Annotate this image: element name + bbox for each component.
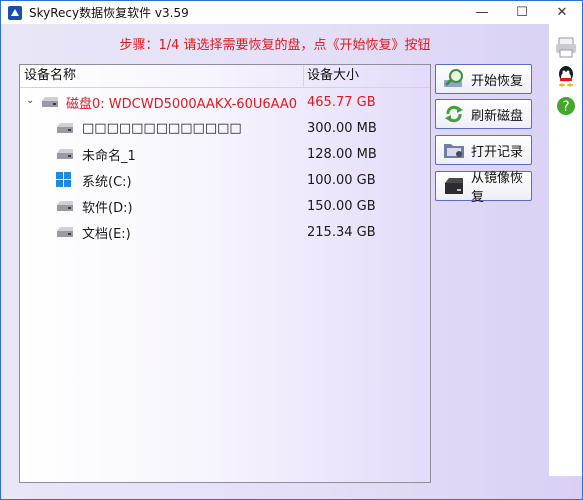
open-record-label: 打开记录	[471, 144, 524, 160]
start-recovery-label: 开始恢复	[471, 73, 524, 89]
header-divider	[20, 87, 430, 88]
folder-icon	[444, 144, 464, 158]
table-row-partition[interactable]: 软件(D:) 150.00 GB	[20, 193, 430, 219]
table-row-partition[interactable]: □□□□□□□□□□□□□ 300.00 MB	[20, 115, 430, 141]
hdd-icon	[57, 123, 73, 133]
windows-icon	[56, 172, 71, 187]
restore-from-image-button[interactable]: 从镜像恢复	[435, 171, 532, 205]
app-window: SkyRecy数据恢复软件 v3.59 — ☐ ✕ 步骤：1/4 请选择需要恢复…	[0, 0, 583, 500]
refresh-disk-button[interactable]: 刷新磁盘	[435, 99, 532, 129]
chevron-down-icon[interactable]: ⌄	[26, 95, 34, 106]
device-name: 软件(D:)	[82, 200, 133, 216]
device-name: □□□□□□□□□□□□□	[82, 120, 242, 136]
device-size: 465.77 GB	[307, 94, 376, 110]
app-logo-icon	[8, 5, 22, 20]
column-header-size[interactable]: 设备大小	[307, 65, 359, 87]
client-area: 步骤：1/4 请选择需要恢复的盘，点《开始恢复》按钮 设备名称 设备大小 ⌄ 磁…	[1, 24, 582, 499]
device-size: 300.00 MB	[307, 120, 377, 136]
restore-from-image-label: 从镜像恢复	[471, 171, 524, 205]
help-icon[interactable]: ?	[555, 95, 577, 117]
table-row-partition[interactable]: 文档(E:) 215.34 GB	[20, 219, 430, 245]
table-row-disk0[interactable]: ⌄ 磁盘0: WDCWD5000AAKX-60U6AA0 465.77 GB	[20, 89, 430, 115]
refresh-disk-label: 刷新磁盘	[471, 108, 524, 124]
svg-text:?: ?	[562, 99, 569, 115]
title-bar[interactable]: SkyRecy数据恢复软件 v3.59 — ☐ ✕	[1, 1, 582, 24]
side-toolbar	[549, 24, 582, 476]
table-row-partition[interactable]: 未命名_1 128.00 MB	[20, 141, 430, 167]
table-row-partition[interactable]: 系统(C:) 100.00 GB	[20, 167, 430, 193]
close-button[interactable]: ✕	[542, 1, 582, 24]
hdd-icon	[57, 149, 73, 159]
device-name: 未命名_1	[82, 148, 136, 164]
maximize-button[interactable]: ☐	[502, 1, 542, 24]
device-list[interactable]: 设备名称 设备大小 ⌄ 磁盘0: WDCWD5000AAKX-60U6AA0 4…	[19, 64, 431, 483]
device-size: 128.00 MB	[307, 146, 377, 162]
device-size: 215.34 GB	[307, 224, 376, 240]
hdd-icon	[57, 227, 73, 237]
column-header-name[interactable]: 设备名称	[24, 65, 76, 87]
device-size: 100.00 GB	[307, 172, 376, 188]
device-name: 磁盘0: WDCWD5000AAKX-60U6AA0	[66, 96, 298, 112]
column-separator[interactable]	[303, 65, 304, 87]
open-record-button[interactable]: 打开记录	[435, 135, 532, 165]
device-size: 150.00 GB	[307, 198, 376, 214]
minimize-button[interactable]: —	[462, 1, 502, 24]
hdd-icon	[42, 97, 58, 107]
print-icon[interactable]	[555, 36, 577, 58]
disk-image-icon	[445, 178, 463, 194]
qq-icon[interactable]	[555, 65, 577, 87]
magnifier-icon	[444, 69, 463, 87]
hdd-icon	[57, 201, 73, 211]
refresh-icon	[445, 105, 463, 123]
start-recovery-button[interactable]: 开始恢复	[435, 64, 532, 94]
device-name: 系统(C:)	[82, 174, 132, 190]
window-title: SkyRecy数据恢复软件 v3.59	[29, 6, 189, 20]
device-name: 文档(E:)	[82, 226, 131, 242]
step-prompt: 步骤：1/4 请选择需要恢复的盘，点《开始恢复》按钮	[119, 38, 431, 53]
